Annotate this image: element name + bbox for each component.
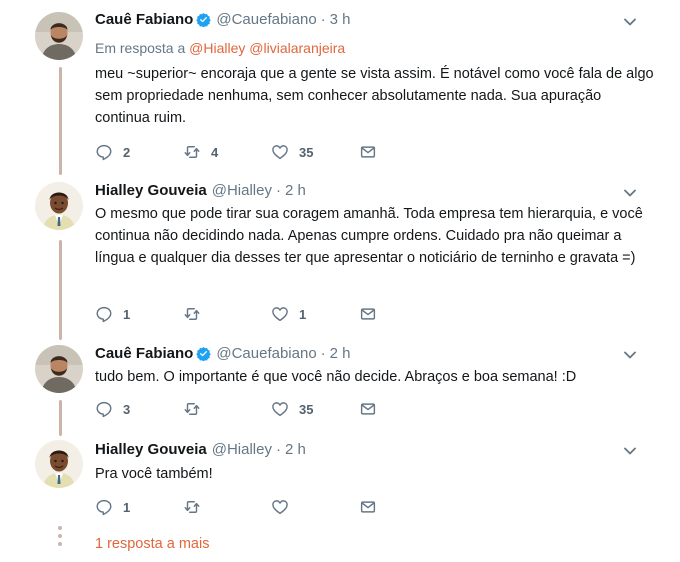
tweet-actions: 3 35	[95, 400, 395, 420]
reply-button[interactable]: 2	[95, 143, 130, 161]
heart-icon	[271, 400, 289, 418]
envelope-icon	[359, 498, 377, 516]
display-name[interactable]: Hialley Gouveia	[95, 182, 207, 199]
tweet-text: tudo bem. O importante é que você não de…	[95, 369, 577, 385]
direct-message-button[interactable]	[359, 143, 377, 161]
separator-dot: ·	[320, 345, 326, 362]
display-name[interactable]: Hialley Gouveia	[95, 441, 207, 458]
display-name[interactable]: Cauê Fabiano	[95, 345, 193, 362]
reply-count: 1	[123, 499, 131, 515]
reply-button[interactable]: 3	[95, 400, 130, 418]
tweet[interactable]: Cauê Fabiano @Cauefabiano · 3 h Em respo…	[0, 0, 680, 170]
retweet-button[interactable]	[183, 305, 211, 323]
tweet-text: O mesmo que pode tirar sua coragem amanh…	[95, 206, 643, 266]
tweet-text: meu ~superior~ encoraja que a gente se v…	[95, 66, 654, 126]
like-button[interactable]: 1	[271, 305, 306, 323]
retweet-button[interactable]	[183, 498, 211, 516]
timestamp[interactable]: 3 h	[330, 11, 351, 28]
like-button[interactable]	[271, 498, 299, 516]
bearded-man-avatar[interactable]	[35, 345, 83, 393]
display-name[interactable]: Cauê Fabiano	[95, 11, 193, 28]
tweet-header: Hialley Gouveia @Hialley · 2 h	[95, 441, 306, 458]
more-replies-dots	[58, 526, 62, 550]
tweet[interactable]: Hialley Gouveia @Hialley · 2 h O mesmo q…	[0, 175, 680, 335]
reply-button[interactable]: 1	[95, 498, 130, 516]
retweet-icon	[183, 400, 201, 418]
tweet-header: Cauê Fabiano @Cauefabiano · 2 h	[95, 345, 351, 362]
chevron-down-icon[interactable]	[622, 14, 638, 30]
reply-count: 3	[123, 401, 131, 417]
chevron-down-icon[interactable]	[622, 185, 638, 201]
reply-prefix: Em resposta a	[95, 40, 186, 56]
like-count: 35	[299, 144, 314, 160]
bearded-man-avatar[interactable]	[35, 12, 83, 60]
retweet-icon	[183, 305, 201, 323]
tweet-actions: 1	[95, 498, 395, 518]
separator-dot: ·	[275, 182, 281, 199]
envelope-icon	[359, 400, 377, 418]
tweet[interactable]: Cauê Fabiano @Cauefabiano · 2 h tudo bem…	[0, 335, 680, 430]
reply-icon	[95, 498, 113, 516]
reply-icon	[95, 400, 113, 418]
retweet-icon	[183, 143, 201, 161]
tweet-text: Pra você também!	[95, 466, 213, 482]
heart-icon	[271, 498, 289, 516]
chevron-down-icon[interactable]	[622, 443, 638, 459]
retweet-icon	[183, 498, 201, 516]
timestamp[interactable]: 2 h	[330, 345, 351, 362]
tweet-actions: 2 4 35	[95, 143, 395, 163]
verified-badge-icon	[196, 346, 211, 361]
reply-count: 2	[123, 144, 131, 160]
reply-count: 1	[123, 306, 131, 322]
timestamp[interactable]: 2 h	[285, 182, 306, 199]
reply-button[interactable]: 1	[95, 305, 130, 323]
user-handle[interactable]: @Hialley	[212, 441, 272, 458]
like-button[interactable]: 35	[271, 143, 313, 161]
show-more-replies-link[interactable]: 1 resposta a mais	[95, 536, 209, 552]
retweet-count: 4	[211, 144, 219, 160]
like-button[interactable]: 35	[271, 400, 313, 418]
retweet-button[interactable]: 4	[183, 143, 218, 161]
separator-dot: ·	[275, 441, 281, 458]
like-count: 35	[299, 401, 314, 417]
direct-message-button[interactable]	[359, 400, 377, 418]
heart-icon	[271, 143, 289, 161]
tweet-header: Hialley Gouveia @Hialley · 2 h	[95, 182, 306, 199]
chevron-down-icon[interactable]	[622, 347, 638, 363]
separator-dot: ·	[320, 11, 326, 28]
heart-icon	[271, 305, 289, 323]
verified-badge-icon	[196, 12, 211, 27]
reply-icon	[95, 305, 113, 323]
reply-mentions[interactable]: @Hialley @livialaranjeira	[189, 40, 345, 56]
tweet[interactable]: Hialley Gouveia @Hialley · 2 h Pra você …	[0, 430, 680, 525]
reply-context: Em resposta a @Hialley @livialaranjeira	[95, 40, 345, 56]
child-in-suit-avatar[interactable]	[35, 440, 83, 488]
like-count: 1	[299, 306, 307, 322]
reply-icon	[95, 143, 113, 161]
user-handle[interactable]: @Cauefabiano	[216, 11, 316, 28]
envelope-icon	[359, 305, 377, 323]
user-handle[interactable]: @Cauefabiano	[216, 345, 316, 362]
retweet-button[interactable]	[183, 400, 211, 418]
tweet-header: Cauê Fabiano @Cauefabiano · 3 h	[95, 11, 351, 28]
tweet-actions: 1 1	[95, 305, 395, 325]
direct-message-button[interactable]	[359, 498, 377, 516]
user-handle[interactable]: @Hialley	[212, 182, 272, 199]
child-in-suit-avatar[interactable]	[35, 182, 83, 230]
timestamp[interactable]: 2 h	[285, 441, 306, 458]
envelope-icon	[359, 143, 377, 161]
direct-message-button[interactable]	[359, 305, 377, 323]
